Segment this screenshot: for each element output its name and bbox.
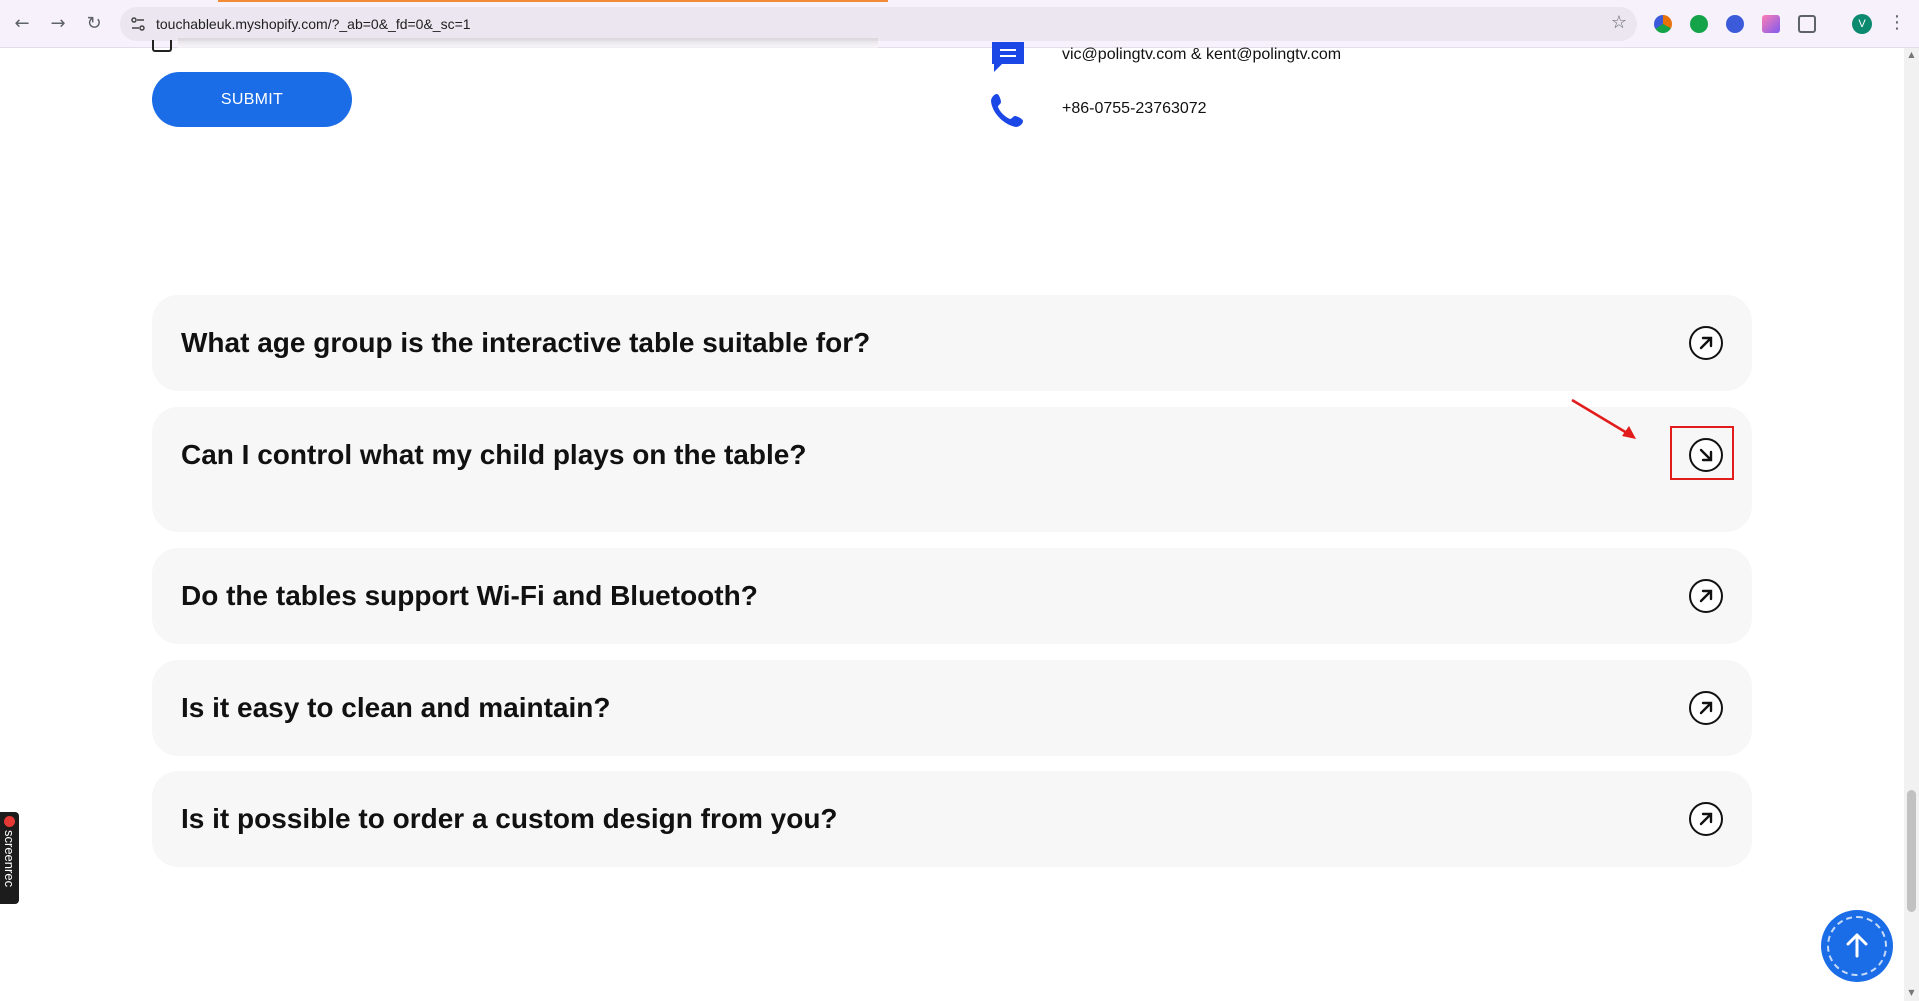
grammarly-extension-icon[interactable] (1690, 15, 1708, 33)
faq-item[interactable]: Is it possible to order a custom design … (152, 771, 1752, 867)
faq-item[interactable]: Do the tables support Wi-Fi and Bluetoot… (152, 548, 1752, 644)
screenrec-label: screenrec (2, 830, 17, 888)
faq-item-expanded[interactable]: Can I control what my child plays on the… (152, 407, 1752, 532)
contact-email-text: vic@polingtv.com & kent@polingtv.com (1062, 46, 1342, 63)
arrow-up-right-icon[interactable] (1689, 579, 1723, 613)
faq-item[interactable]: Is it easy to clean and maintain? (152, 660, 1752, 756)
faq-question[interactable]: Can I control what my child plays on the… (181, 439, 806, 471)
scrollbar-thumb[interactable] (1907, 790, 1916, 912)
scroll-down-arrow-icon[interactable]: ▼ (1906, 988, 1917, 997)
site-settings-icon[interactable] (130, 16, 146, 32)
page-load-progress (218, 0, 888, 2)
consent-text-cropped (178, 38, 878, 48)
faq-question[interactable]: Is it possible to order a custom design … (181, 803, 838, 835)
extensions-puzzle-icon[interactable] (1798, 15, 1816, 33)
bookmark-star-icon[interactable]: ☆ (1611, 12, 1627, 33)
reload-icon[interactable]: ↻ (82, 12, 106, 36)
url-text[interactable]: touchableuk.myshopify.com/?_ab=0&_fd=0&_… (156, 16, 471, 32)
submit-button[interactable]: SUBMIT (152, 72, 352, 127)
message-icon (992, 42, 1024, 72)
scroll-up-arrow-icon[interactable]: ▲ (1906, 50, 1917, 59)
browser-menu-icon[interactable]: ⋮ (1888, 12, 1906, 33)
screenrec-widget[interactable]: screenrec (0, 812, 19, 904)
annotation-highlight-box (1670, 426, 1734, 480)
extension-gradient-icon[interactable] (1762, 15, 1780, 33)
extension-bolt-icon[interactable] (1726, 15, 1744, 33)
faq-question[interactable]: Do the tables support Wi-Fi and Bluetoot… (181, 580, 758, 612)
annotation-arrow-icon (1571, 398, 1636, 439)
contact-phone-text: +86-0755-23763072 (1062, 100, 1207, 117)
arrow-up-right-icon[interactable] (1689, 326, 1723, 360)
faq-question[interactable]: Is it easy to clean and maintain? (181, 692, 610, 724)
back-icon[interactable]: ← (10, 12, 34, 36)
address-bar[interactable]: touchableuk.myshopify.com/?_ab=0&_fd=0&_… (120, 7, 1637, 41)
phone-icon (991, 94, 1023, 127)
faq-item[interactable]: What age group is the interactive table … (152, 295, 1752, 391)
faq-question[interactable]: What age group is the interactive table … (181, 327, 870, 359)
arrow-up-icon (1846, 933, 1868, 958)
extension-color-icon[interactable] (1654, 15, 1672, 33)
back-to-top-button[interactable] (1821, 910, 1893, 982)
record-dot-icon (4, 816, 15, 827)
arrow-up-right-icon[interactable] (1689, 691, 1723, 725)
consent-checkbox[interactable] (152, 40, 172, 52)
forward-icon[interactable]: → (46, 12, 70, 36)
arrow-up-right-icon[interactable] (1689, 802, 1723, 836)
profile-avatar[interactable]: V (1852, 14, 1872, 34)
